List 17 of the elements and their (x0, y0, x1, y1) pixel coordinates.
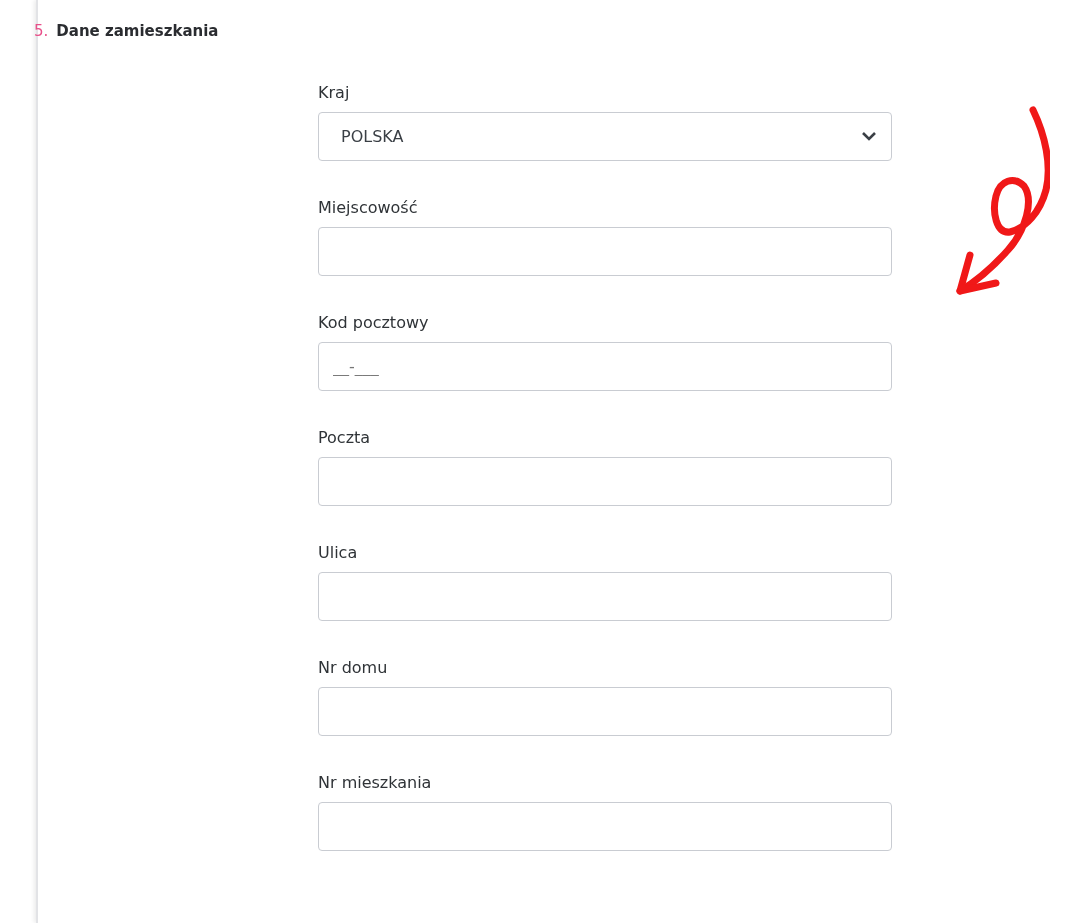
input-field[interactable] (318, 572, 892, 621)
field-label: Nr domu (318, 658, 388, 679)
input-field[interactable]: __-___ (318, 342, 892, 391)
chevron-down-icon (861, 131, 877, 142)
field-label: Nr mieszkania (318, 773, 432, 794)
field-label: Ulica (318, 543, 358, 564)
section-number: 5. (34, 22, 49, 40)
field-label: Kod pocztowy (318, 313, 429, 334)
field-label: Kraj (318, 83, 350, 104)
country-select[interactable]: POLSKA (318, 112, 892, 161)
field-label: Miejscowość (318, 198, 418, 219)
section-title: Dane zamieszkania (56, 22, 219, 40)
input-field[interactable] (318, 227, 892, 276)
field-label: Poczta (318, 428, 371, 449)
input-field[interactable] (318, 457, 892, 506)
input-field[interactable] (318, 802, 892, 851)
input-field[interactable] (318, 687, 892, 736)
